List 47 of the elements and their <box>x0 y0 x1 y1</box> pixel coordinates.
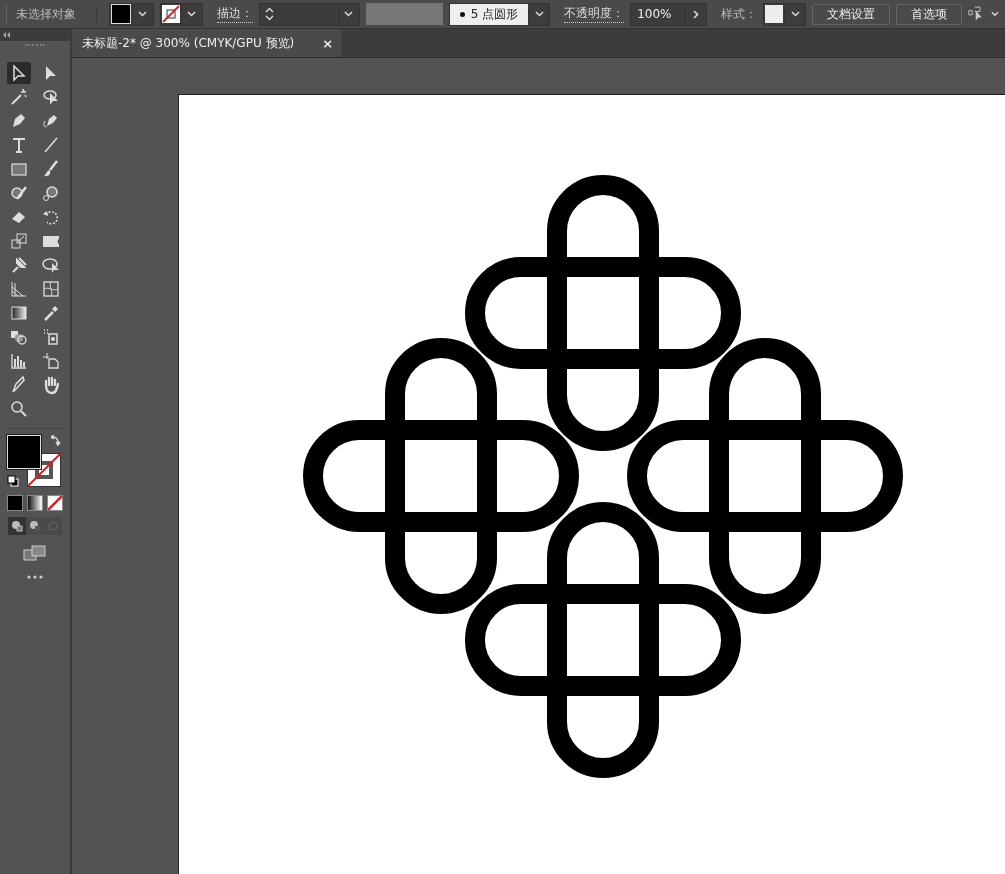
more-icon[interactable] <box>27 575 43 579</box>
chevron-icon <box>344 11 354 17</box>
preferences-button[interactable]: 首选项 <box>896 3 963 25</box>
grid-icon <box>9 279 29 299</box>
opacity-label[interactable]: 不透明度： <box>564 5 625 23</box>
arrow-tool[interactable] <box>7 62 31 84</box>
scale-icon <box>9 231 29 251</box>
chart-icon <box>9 351 29 371</box>
style-label: 样式： <box>721 5 758 23</box>
wand-icon <box>9 87 29 107</box>
no-stroke-swatch-icon <box>161 5 180 23</box>
screen-mode-icon[interactable] <box>23 545 47 561</box>
gradient-mode-icon[interactable] <box>27 495 43 511</box>
style-dropdown[interactable] <box>763 2 807 26</box>
document-setup-button[interactable]: 文档设置 <box>812 3 891 25</box>
chevron-icon <box>138 11 148 17</box>
stroke-color-dropdown[interactable] <box>159 2 203 26</box>
close-button[interactable]: × <box>322 35 334 51</box>
artboard-icon <box>41 351 61 371</box>
chevron-icon <box>991 11 999 17</box>
stroke-weight-field[interactable] <box>258 2 360 26</box>
gradient-icon <box>9 303 29 323</box>
swap-icon[interactable] <box>51 435 61 446</box>
chevron-icon <box>187 11 197 17</box>
mesh-icon <box>41 279 61 299</box>
fill-swatch-icon[interactable] <box>7 435 41 469</box>
variable-width-field[interactable] <box>365 3 443 25</box>
draw-normal-icon[interactable] <box>8 517 26 535</box>
color-mode-icon[interactable] <box>7 495 23 511</box>
line-icon <box>41 135 61 155</box>
selection-status: 未选择对象 <box>15 5 97 23</box>
stepper-icon[interactable] <box>265 7 275 21</box>
sprayer-icon <box>41 327 61 347</box>
default-colors-icon[interactable] <box>7 475 19 487</box>
none-mode-icon[interactable] <box>47 495 63 511</box>
collapse-icon[interactable] <box>3 32 11 38</box>
document-title: 未标题-2* @ 300% (CMYK/GPU 预览) <box>82 34 295 52</box>
chevron-right-icon[interactable] <box>693 9 700 19</box>
chevron-icon <box>790 11 800 17</box>
fill-color-dropdown[interactable] <box>108 2 154 26</box>
zoom-icon <box>9 399 29 419</box>
stroke-label[interactable]: 描边： <box>216 5 253 23</box>
chevron-icon <box>534 11 544 17</box>
lasso-icon <box>41 87 61 107</box>
brush-definition-dropdown[interactable]: 5 点圆形 <box>448 2 551 26</box>
opacity-field[interactable]: 100% <box>630 2 708 26</box>
document-tab[interactable]: 未标题-2* @ 300% (CMYK/GPU 预览) × <box>72 29 342 57</box>
